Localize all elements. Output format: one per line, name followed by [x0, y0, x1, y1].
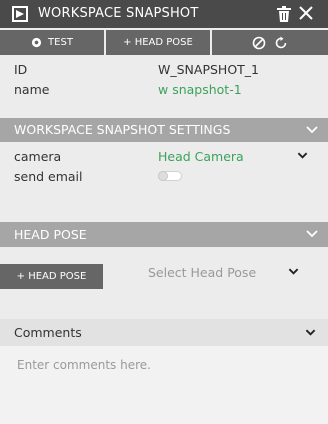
add-head-pose-button[interactable]: + HEAD POSE [106, 30, 210, 55]
reset-icon[interactable] [274, 36, 288, 50]
head-pose-section-title: HEAD POSE [14, 227, 87, 242]
head-pose-section-header[interactable]: HEAD POSE [0, 222, 328, 247]
test-button-label: TEST [48, 37, 73, 48]
title-bar: WORKSPACE SNAPSHOT [0, 0, 328, 28]
id-value: W_SNAPSHOT_1 [158, 62, 259, 77]
chevron-down-icon [305, 329, 316, 336]
trash-icon[interactable] [277, 6, 291, 22]
comments-placeholder: Enter comments here. [17, 358, 151, 372]
settings-section-header[interactable]: WORKSPACE SNAPSHOT SETTINGS [0, 118, 328, 142]
head-pose-select[interactable]: Select Head Pose [148, 265, 256, 280]
workspace-logo-icon [12, 6, 28, 22]
name-label: name [14, 82, 50, 97]
test-button[interactable]: TEST [0, 30, 104, 55]
toolbar: TEST + HEAD POSE [0, 28, 328, 57]
toggle-knob [158, 171, 168, 181]
add-head-pose-label: + HEAD POSE [123, 37, 193, 48]
camera-select[interactable]: Head Camera [158, 149, 244, 164]
comments-title: Comments [14, 325, 82, 340]
chevron-down-icon [306, 126, 318, 134]
add-head-pose-section-label: + HEAD POSE [16, 271, 87, 282]
gear-icon [31, 37, 42, 48]
camera-chevron-down-icon[interactable] [297, 150, 308, 161]
name-value[interactable]: w snapshot-1 [158, 82, 242, 97]
camera-label: camera [14, 149, 62, 164]
settings-section-title: WORKSPACE SNAPSHOT SETTINGS [14, 122, 231, 137]
toolbar-actions [212, 30, 328, 55]
comments-input[interactable]: Enter comments here. [0, 346, 328, 424]
disable-icon[interactable] [252, 36, 266, 50]
id-label: ID [14, 62, 28, 77]
comments-header[interactable]: Comments [0, 319, 328, 346]
head-pose-chevron-down-icon[interactable] [288, 266, 299, 277]
add-head-pose-section-button[interactable]: + HEAD POSE [0, 264, 103, 289]
send-email-toggle[interactable] [158, 171, 182, 181]
close-icon[interactable] [298, 5, 314, 21]
send-email-label: send email [14, 169, 83, 184]
chevron-down-icon [306, 230, 318, 238]
window-title: WORKSPACE SNAPSHOT [38, 6, 199, 21]
